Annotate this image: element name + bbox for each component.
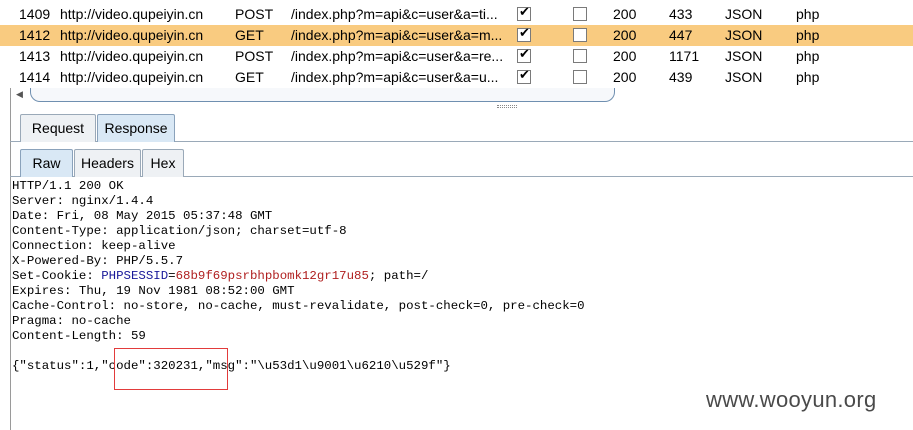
watermark: www.wooyun.org <box>706 387 877 412</box>
header-set-cookie: Set-Cookie: PHPSESSID=68b9f69psrbhpbomk1… <box>12 269 912 284</box>
row-method: POST <box>235 48 274 64</box>
edited-checkbox[interactable] <box>573 7 587 21</box>
scrollbar-thumb[interactable] <box>30 88 615 102</box>
row-mime: JSON <box>725 48 763 64</box>
status-line: HTTP/1.1 200 OK <box>12 179 124 193</box>
row-length: 439 <box>669 69 693 85</box>
cookie-name: PHPSESSID <box>101 269 169 283</box>
row-number: 1414 <box>19 69 51 85</box>
table-row[interactable]: 1413 http://video.qupeiyin.cn POST /inde… <box>0 46 913 67</box>
row-method: GET <box>235 27 264 43</box>
row-status: 200 <box>613 6 637 22</box>
params-checkbox[interactable] <box>517 25 531 43</box>
params-checkbox[interactable] <box>517 4 531 22</box>
header-content-type: Content-Type: application/json; charset=… <box>12 224 347 238</box>
row-extension: php <box>796 27 820 43</box>
row-host: http://video.qupeiyin.cn <box>60 69 204 85</box>
header-connection: Connection: keep-alive <box>12 239 176 253</box>
view-tabs: Raw Headers Hex <box>10 147 913 177</box>
scroll-left-icon[interactable]: ◀ <box>16 90 23 100</box>
tab-response[interactable]: Response <box>97 114 175 142</box>
header-cache-control: Cache-Control: no-store, no-cache, must-… <box>12 299 585 313</box>
row-number: 1413 <box>19 48 51 64</box>
response-raw-editor[interactable]: HTTP/1.1 200 OK Server: nginx/1.4.4 Date… <box>12 179 912 374</box>
code-highlight-box <box>114 348 228 390</box>
row-length: 433 <box>669 6 693 22</box>
params-checkbox[interactable] <box>517 67 531 85</box>
history-table[interactable]: 1409 http://video.qupeiyin.cn POST /inde… <box>0 0 913 88</box>
header-date: Date: Fri, 08 May 2015 05:37:48 GMT <box>12 209 273 223</box>
row-mime: JSON <box>725 6 763 22</box>
pane-splitter[interactable] <box>10 103 913 110</box>
edited-checkbox[interactable] <box>573 70 587 84</box>
edited-checkbox[interactable] <box>573 49 587 63</box>
tab-hex[interactable]: Hex <box>142 149 184 177</box>
row-url: /index.php?m=api&c=user&a=ti... <box>291 6 498 22</box>
row-status: 200 <box>613 69 637 85</box>
header-content-length: Content-Length: 59 <box>12 329 146 343</box>
params-checkbox[interactable] <box>517 46 531 64</box>
tab-raw[interactable]: Raw <box>20 149 73 177</box>
row-url: /index.php?m=api&c=user&a=u... <box>291 69 499 85</box>
header-expires: Expires: Thu, 19 Nov 1981 08:52:00 GMT <box>12 284 295 298</box>
row-mime: JSON <box>725 69 763 85</box>
row-length: 447 <box>669 27 693 43</box>
tab-request[interactable]: Request <box>20 114 96 142</box>
row-host: http://video.qupeiyin.cn <box>60 48 204 64</box>
cookie-value: 68b9f69psrbhpbomk12gr17u85 <box>175 269 369 283</box>
row-url: /index.php?m=api&c=user&a=re... <box>291 48 504 64</box>
table-row-selected[interactable]: 1412 http://video.qupeiyin.cn GET /index… <box>0 25 913 46</box>
message-tabs: Request Response <box>10 112 913 142</box>
horizontal-scrollbar[interactable]: ◀ <box>10 88 913 103</box>
header-pragma: Pragma: no-cache <box>12 314 131 328</box>
row-mime: JSON <box>725 27 763 43</box>
cookie-path: ; path=/ <box>368 269 429 283</box>
row-method: POST <box>235 6 274 22</box>
row-url: /index.php?m=api&c=user&a=m... <box>291 27 503 43</box>
row-host: http://video.qupeiyin.cn <box>60 27 204 43</box>
row-method: GET <box>235 69 264 85</box>
set-cookie-label: Set-Cookie: <box>12 269 102 283</box>
row-extension: php <box>796 48 820 64</box>
row-number: 1409 <box>19 6 51 22</box>
splitter-grip-icon[interactable] <box>497 105 517 108</box>
row-status: 200 <box>613 48 637 64</box>
row-length: 1171 <box>669 48 700 64</box>
table-row[interactable]: 1414 http://video.qupeiyin.cn GET /index… <box>0 67 913 88</box>
row-number: 1412 <box>19 27 51 43</box>
row-extension: php <box>796 6 820 22</box>
header-server: Server: nginx/1.4.4 <box>12 194 154 208</box>
row-status: 200 <box>613 27 637 43</box>
edited-checkbox[interactable] <box>573 28 587 42</box>
row-host: http://video.qupeiyin.cn <box>60 6 204 22</box>
cookie-equals: = <box>168 269 176 283</box>
header-powered-by: X-Powered-By: PHP/5.5.7 <box>12 254 184 268</box>
table-row[interactable]: 1409 http://video.qupeiyin.cn POST /inde… <box>0 4 913 25</box>
row-extension: php <box>796 69 820 85</box>
tab-headers[interactable]: Headers <box>74 149 141 177</box>
